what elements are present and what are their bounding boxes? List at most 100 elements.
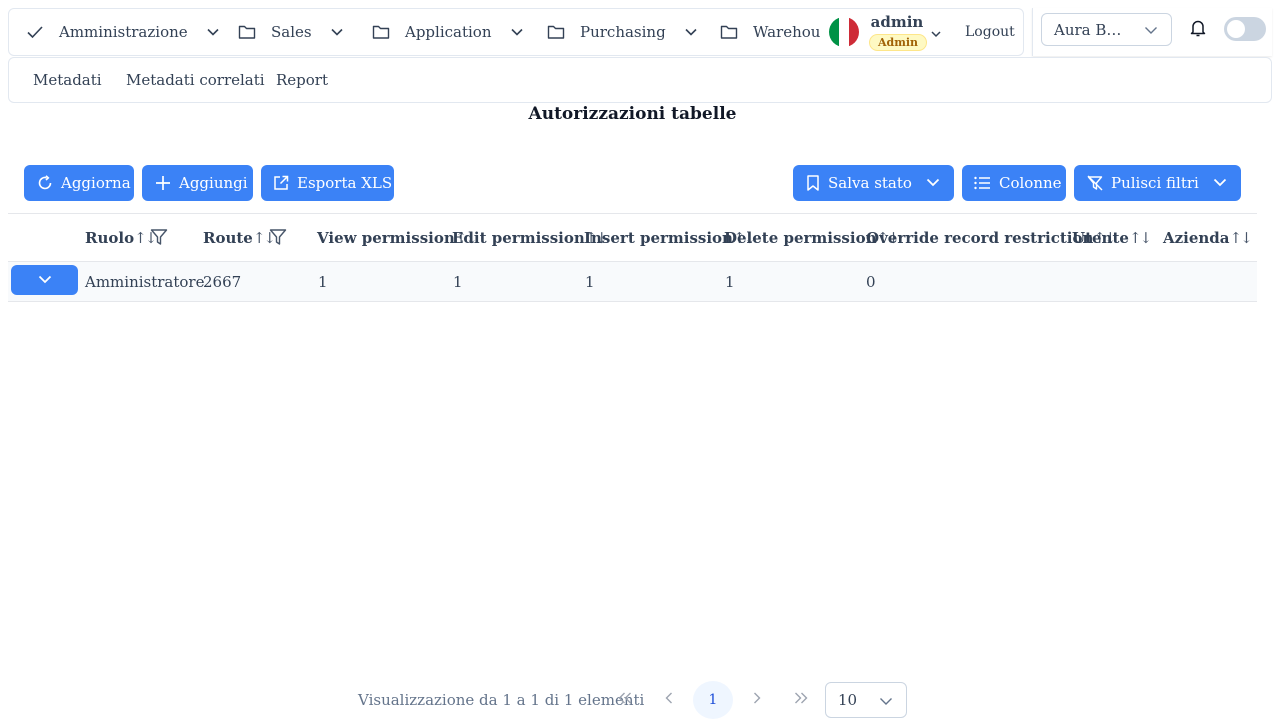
column-header-label: Override record restriction: [866, 229, 1094, 247]
cell-ruolo: Amministratore: [85, 273, 205, 291]
chevron-down-icon[interactable]: [510, 25, 524, 39]
filter-icon[interactable]: [150, 228, 168, 250]
nav-item-label: Application: [405, 23, 492, 41]
column-header-label: Route: [203, 229, 253, 247]
nav-item-label: Purchasing: [580, 23, 666, 41]
refresh-icon: [37, 175, 53, 191]
sort-icon[interactable]: ↑↓: [1230, 229, 1253, 247]
next-page-button[interactable]: [737, 681, 777, 719]
chevron-down-icon[interactable]: [206, 25, 220, 39]
column-header-ruolo[interactable]: Ruolo↑↓: [85, 229, 157, 247]
nav-item-label: Warehou: [753, 23, 821, 41]
column-header-label: Delete permission: [724, 229, 877, 247]
save-state-button-label: Salva stato: [828, 174, 912, 192]
columns-button[interactable]: Colonne: [962, 165, 1066, 201]
chevron-down-icon: [878, 693, 894, 713]
chevron-left-icon: [665, 692, 673, 708]
save-state-dropdown-button[interactable]: [912, 165, 954, 201]
cell-edit-permission: 1: [453, 273, 463, 291]
chevron-down-icon: [38, 271, 52, 290]
export-xls-button-label: Esporta XLS: [297, 174, 393, 192]
folder-icon: [546, 22, 566, 42]
column-header-label: Ruolo: [85, 229, 135, 247]
cell-override-record-restriction: 0: [866, 273, 876, 291]
refresh-button[interactable]: Aggiorna: [24, 165, 134, 201]
nav-item-amministrazione[interactable]: Amministrazione: [25, 9, 220, 55]
previous-page-button[interactable]: [649, 681, 689, 719]
theme-toggle[interactable]: [1224, 17, 1266, 41]
italy-flag-icon[interactable]: [829, 17, 859, 47]
column-header-azienda[interactable]: Azienda↑↓: [1163, 229, 1253, 247]
table-row[interactable]: Amministratore 2667 1 1 1 1 0: [8, 262, 1257, 302]
rows-per-page-value: 10: [838, 691, 858, 709]
column-header-label: Azienda: [1163, 229, 1230, 247]
logout-button[interactable]: Logout: [965, 24, 1015, 40]
subnav-item-metadati[interactable]: Metadati: [33, 71, 102, 89]
bookmark-icon: [806, 175, 820, 191]
column-header-label: Insert permission: [584, 229, 733, 247]
first-page-button[interactable]: [605, 681, 645, 719]
last-page-button[interactable]: [781, 681, 821, 719]
table-header: Ruolo↑↓ Route↑↓ View permission↑↓ Edit p…: [8, 213, 1257, 262]
save-state-button[interactable]: Salva stato: [793, 165, 912, 201]
toggle-knob: [1227, 20, 1245, 38]
rows-per-page-select[interactable]: 10: [825, 682, 907, 718]
subnav-item-metadati-correlati[interactable]: Metadati correlati: [126, 71, 265, 89]
user-name: admin: [870, 13, 924, 31]
company-panel: Aura B…: [1032, 8, 1272, 56]
folder-icon: [719, 22, 739, 42]
columns-button-label: Colonne: [999, 174, 1062, 192]
filter-slash-icon: [1087, 175, 1103, 191]
sort-icon[interactable]: ↑↓: [1129, 229, 1152, 247]
clear-filters-button-label: Pulisci filtri: [1111, 174, 1199, 192]
subnav-item-report[interactable]: Report: [276, 71, 328, 89]
check-icon: [25, 22, 45, 42]
column-header-edit-permission[interactable]: Edit permission↑↓: [452, 229, 608, 247]
double-chevron-right-icon: [794, 692, 808, 708]
column-header-label: Utente: [1072, 229, 1129, 247]
page-title: Autorizzazioni tabelle: [528, 104, 737, 124]
user-role-badge: Admin: [869, 34, 928, 51]
double-chevron-left-icon: [618, 692, 632, 708]
nav-item-label: Amministrazione: [59, 23, 188, 41]
external-link-icon: [273, 175, 289, 191]
nav-item-purchasing[interactable]: Purchasing: [546, 9, 698, 55]
refresh-button-label: Aggiorna: [61, 174, 131, 192]
list-icon: [974, 176, 991, 190]
add-button-label: Aggiungi: [179, 174, 248, 192]
nav-item-sales[interactable]: Sales: [237, 9, 344, 55]
column-header-label: View permission: [317, 229, 455, 247]
nav-item-warehouse[interactable]: Warehou: [719, 9, 820, 55]
chevron-right-icon: [753, 692, 761, 708]
user-menu[interactable]: admin Admin: [869, 13, 928, 51]
chevron-down-icon[interactable]: [684, 25, 698, 39]
plus-icon: [155, 175, 171, 191]
filter-icon[interactable]: [269, 228, 287, 250]
nav-item-label: Sales: [271, 23, 312, 41]
cell-route: 2667: [203, 273, 242, 291]
page-button-current[interactable]: 1: [693, 681, 733, 719]
clear-filters-dropdown-button[interactable]: [1199, 165, 1241, 201]
column-header-route[interactable]: Route↑↓: [203, 229, 276, 247]
cell-view-permission: 1: [318, 273, 328, 291]
nav-item-application[interactable]: Application: [371, 9, 524, 55]
bell-icon[interactable]: [1189, 18, 1207, 42]
row-expand-button[interactable]: [11, 265, 78, 295]
column-header-utente[interactable]: Utente↑↓: [1072, 229, 1152, 247]
chevron-down-icon: [1213, 174, 1227, 193]
cell-delete-permission: 1: [725, 273, 735, 291]
company-select[interactable]: Aura B…: [1041, 13, 1172, 46]
sub-navigation-bar: Metadati Metadati correlati Report: [8, 57, 1272, 103]
column-header-label: Edit permission: [452, 229, 585, 247]
folder-icon: [371, 22, 391, 42]
chevron-down-icon: [926, 174, 940, 193]
chevron-down-icon[interactable]: [330, 25, 344, 39]
folder-icon: [237, 22, 257, 42]
chevron-down-icon[interactable]: [930, 25, 942, 44]
clear-filters-button[interactable]: Pulisci filtri: [1074, 165, 1199, 201]
pagination-summary: Visualizzazione da 1 a 1 di 1 elementi: [358, 691, 645, 709]
company-select-value: Aura B…: [1054, 20, 1122, 39]
add-button[interactable]: Aggiungi: [142, 165, 253, 201]
export-xls-button[interactable]: Esporta XLS: [261, 165, 394, 201]
cell-insert-permission: 1: [585, 273, 595, 291]
